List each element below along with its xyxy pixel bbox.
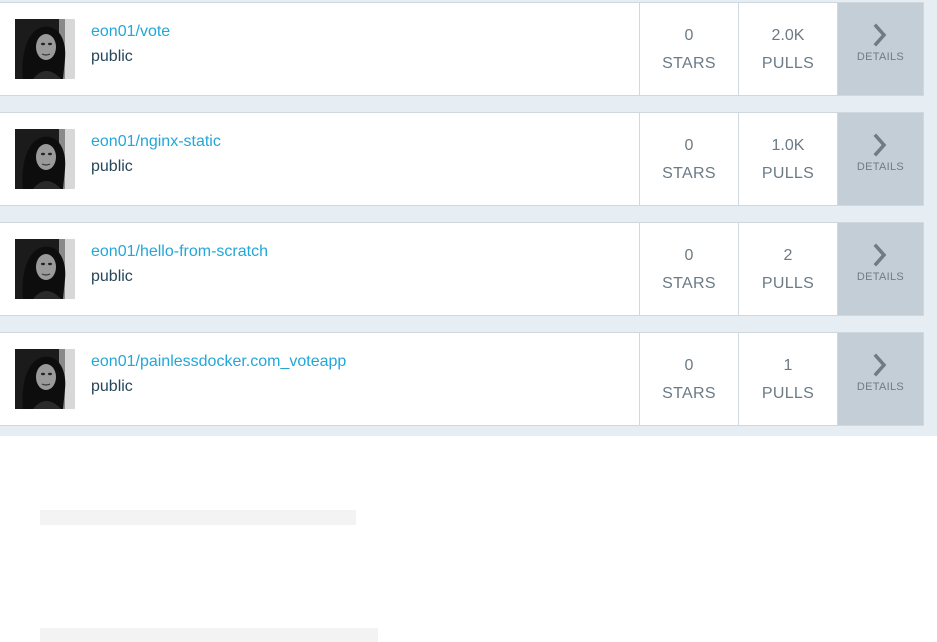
stars-stat: 0 STARS bbox=[639, 223, 738, 315]
repository-visibility: public bbox=[91, 48, 133, 65]
pulls-label: PULLS bbox=[761, 385, 815, 402]
repository-visibility: public bbox=[91, 378, 133, 395]
user-avatar bbox=[15, 129, 75, 189]
pulls-stat: 1.0K PULLS bbox=[738, 113, 837, 205]
pulls-count: 2.0K bbox=[771, 27, 805, 44]
details-label: DETAILS bbox=[856, 381, 905, 393]
repository-info: eon01/painlessdocker.com_voteapp public bbox=[0, 333, 639, 425]
user-avatar bbox=[15, 349, 75, 409]
details-button[interactable]: DETAILS bbox=[837, 333, 923, 425]
repository-info: eon01/nginx-static public bbox=[0, 113, 639, 205]
stars-count: 0 bbox=[684, 357, 694, 374]
pulls-count: 1 bbox=[783, 357, 793, 374]
loading-placeholder bbox=[40, 510, 356, 525]
repository-row: eon01/nginx-static public 0 STARS 1.0K P… bbox=[0, 112, 924, 206]
repository-name-link[interactable]: eon01/painlessdocker.com_voteapp bbox=[91, 353, 346, 371]
stars-stat: 0 STARS bbox=[639, 3, 738, 95]
repository-row: eon01/painlessdocker.com_voteapp public … bbox=[0, 332, 924, 426]
pulls-stat: 2.0K PULLS bbox=[738, 3, 837, 95]
stars-count: 0 bbox=[684, 27, 694, 44]
chevron-right-icon bbox=[873, 23, 886, 47]
chevron-right-icon bbox=[873, 133, 886, 157]
pulls-label: PULLS bbox=[761, 165, 815, 182]
pulls-count: 1.0K bbox=[771, 137, 805, 154]
details-button[interactable]: DETAILS bbox=[837, 113, 923, 205]
stars-label: STARS bbox=[662, 165, 716, 182]
repository-name-link[interactable]: eon01/vote bbox=[91, 23, 170, 41]
chevron-right-icon bbox=[873, 353, 886, 377]
repository-name-link[interactable]: eon01/nginx-static bbox=[91, 133, 221, 151]
details-label: DETAILS bbox=[856, 271, 905, 283]
details-button[interactable]: DETAILS bbox=[837, 3, 923, 95]
repository-visibility: public bbox=[91, 268, 133, 285]
stars-stat: 0 STARS bbox=[639, 333, 738, 425]
pulls-stat: 2 PULLS bbox=[738, 223, 837, 315]
stars-count: 0 bbox=[684, 247, 694, 264]
repository-list: eon01/vote public 0 STARS 2.0K PULLS DET… bbox=[0, 0, 937, 436]
repository-row: eon01/hello-from-scratch public 0 STARS … bbox=[0, 222, 924, 316]
stars-count: 0 bbox=[684, 137, 694, 154]
user-avatar bbox=[15, 239, 75, 299]
pulls-label: PULLS bbox=[761, 55, 815, 72]
stars-label: STARS bbox=[662, 385, 716, 402]
repository-visibility: public bbox=[91, 158, 133, 175]
user-avatar bbox=[15, 19, 75, 79]
stars-stat: 0 STARS bbox=[639, 113, 738, 205]
pulls-label: PULLS bbox=[761, 275, 815, 292]
pulls-stat: 1 PULLS bbox=[738, 333, 837, 425]
chevron-right-icon bbox=[873, 243, 886, 267]
loading-placeholder bbox=[40, 628, 378, 642]
repository-row: eon01/vote public 0 STARS 2.0K PULLS DET… bbox=[0, 2, 924, 96]
repository-info: eon01/hello-from-scratch public bbox=[0, 223, 639, 315]
pulls-count: 2 bbox=[783, 247, 793, 264]
details-label: DETAILS bbox=[856, 161, 905, 173]
details-label: DETAILS bbox=[856, 51, 905, 63]
stars-label: STARS bbox=[662, 275, 716, 292]
repository-info: eon01/vote public bbox=[0, 3, 639, 95]
stars-label: STARS bbox=[662, 55, 716, 72]
details-button[interactable]: DETAILS bbox=[837, 223, 923, 315]
repository-name-link[interactable]: eon01/hello-from-scratch bbox=[91, 243, 268, 261]
